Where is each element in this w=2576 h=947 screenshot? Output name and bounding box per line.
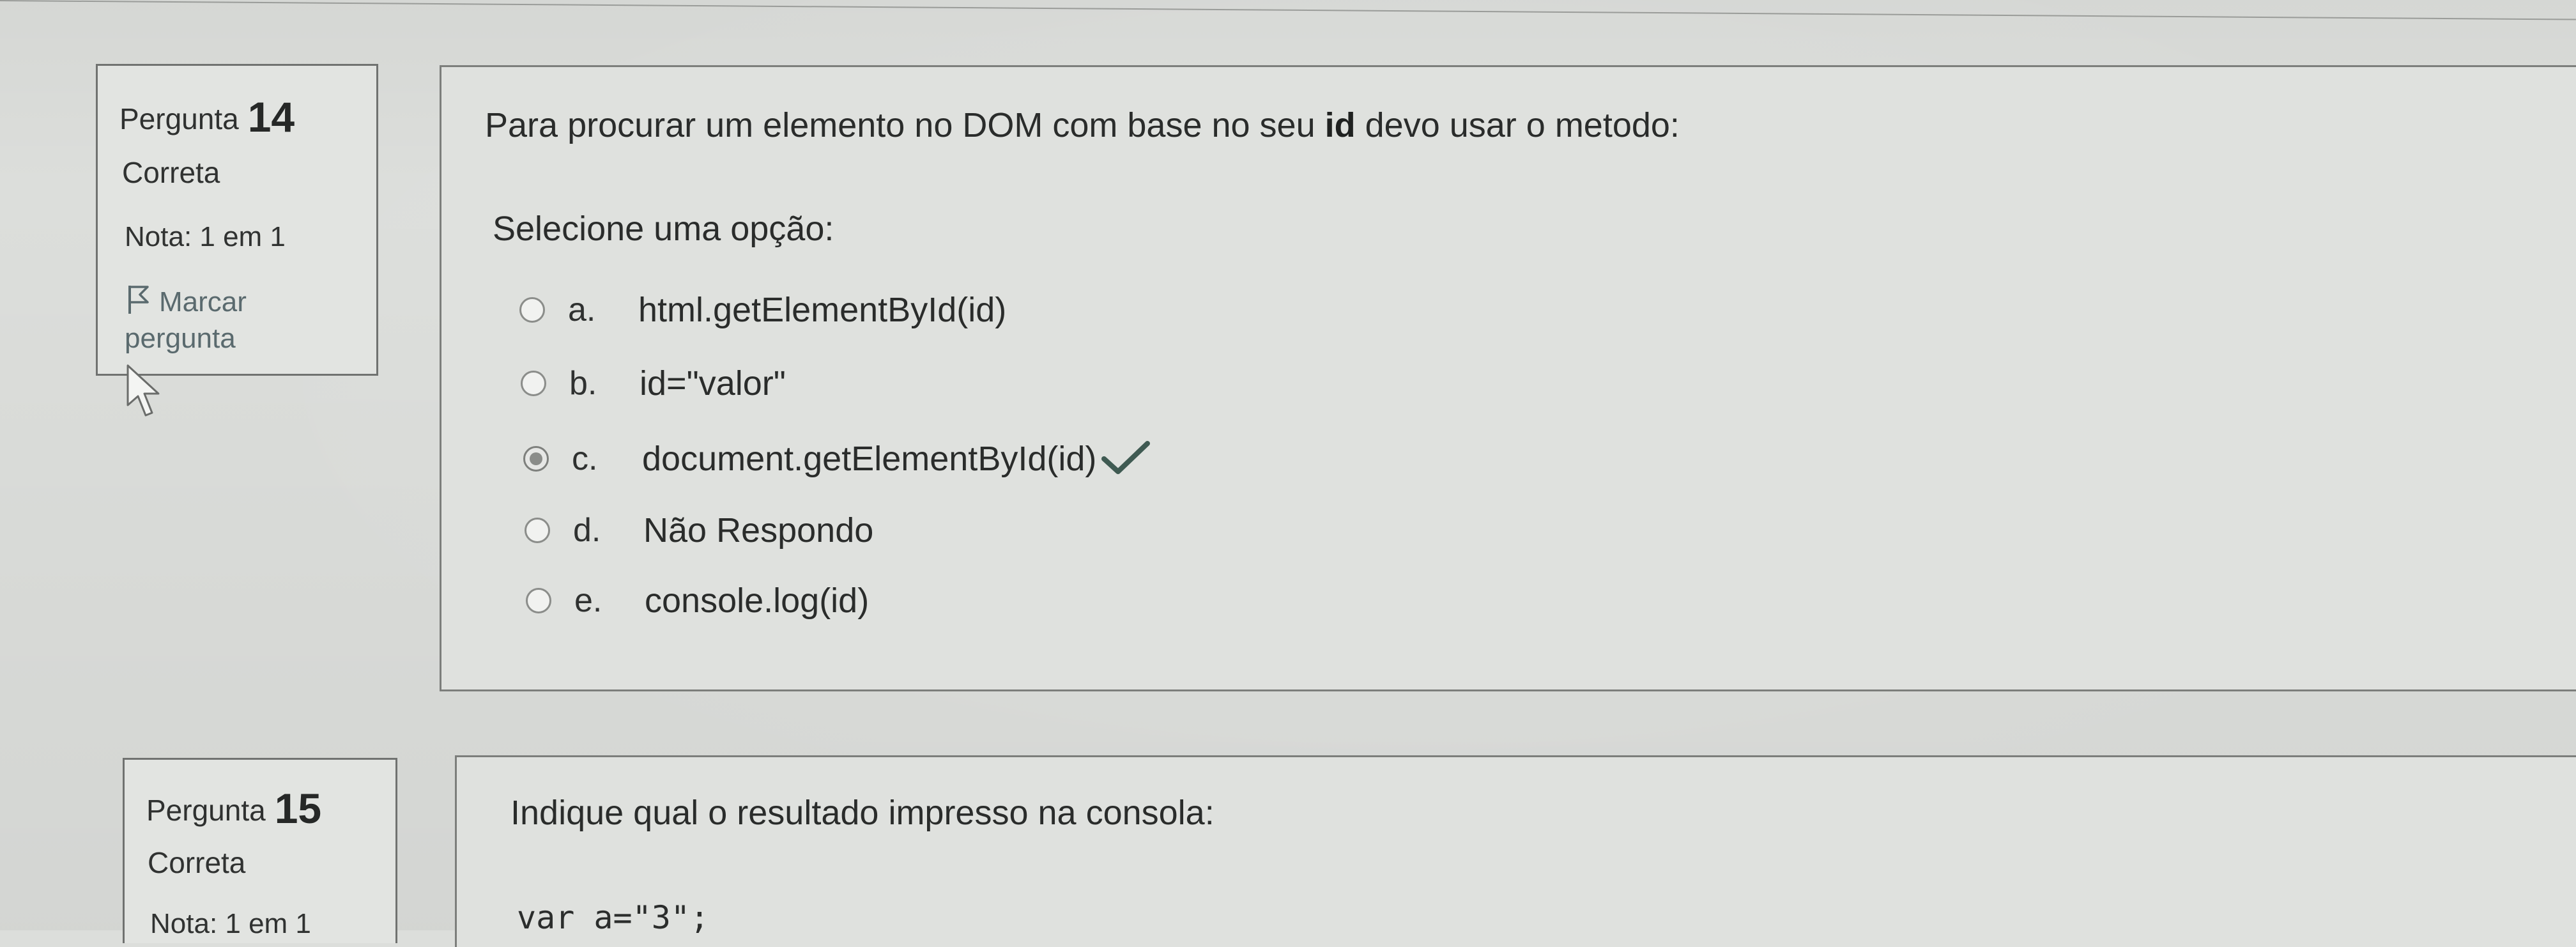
- option-text: document.getElementById(id): [642, 440, 1097, 478]
- option-letter: b.: [569, 365, 597, 402]
- option-text: id="valor": [640, 364, 786, 403]
- question-14-content: Para procurar um elemento no DOM com bas…: [440, 65, 2576, 691]
- mouse-pointer-icon: [125, 363, 170, 420]
- option-c[interactable]: c. document.getElementById(id): [523, 436, 1151, 481]
- code-snippet-line: var a="3";: [517, 899, 710, 936]
- option-letter: c.: [572, 440, 598, 477]
- radio-button-e[interactable]: [526, 588, 551, 613]
- question-text: Indique qual o resultado impresso na con…: [510, 794, 1215, 832]
- question-14-info: Pergunta 14 Correta Nota: 1 em 1 Marcar p…: [96, 64, 378, 376]
- question-number: 14: [247, 93, 295, 141]
- option-letter: d.: [573, 512, 601, 549]
- option-e[interactable]: e. console.log(id): [526, 578, 869, 623]
- option-a[interactable]: a. html.getElementById(id): [519, 288, 1006, 332]
- flag-question-link[interactable]: Marcar pergunta: [125, 283, 367, 355]
- flag-label-line2: pergunta: [125, 322, 236, 354]
- option-text: html.getElementById(id): [638, 291, 1007, 329]
- question-state: Correta: [148, 846, 246, 879]
- question-15-content: Indique qual o resultado impresso na con…: [455, 755, 2576, 947]
- radio-button-c-selected[interactable]: [523, 446, 549, 472]
- flag-icon: [125, 283, 153, 323]
- question-state: Correta: [122, 156, 220, 189]
- option-d[interactable]: d. Não Respondo: [525, 508, 873, 553]
- question-15-info: Pergunta 15 Correta Nota: 1 em 1: [123, 758, 397, 943]
- radio-button-d[interactable]: [525, 518, 550, 543]
- question-grade: Nota: 1 em 1: [150, 908, 311, 939]
- option-letter: e.: [574, 582, 602, 619]
- question-label: Pergunta 15: [146, 785, 322, 832]
- top-divider: [0, 0, 2576, 20]
- question-number: 15: [274, 785, 322, 832]
- option-letter: a.: [568, 291, 596, 328]
- question-text: Para procurar um elemento no DOM com bas…: [485, 106, 1680, 144]
- option-text: Não Respondo: [643, 511, 874, 550]
- option-text: console.log(id): [645, 581, 870, 620]
- radio-button-a[interactable]: [519, 297, 545, 323]
- question-label: Pergunta 14: [119, 93, 295, 141]
- check-icon: [1100, 440, 1151, 479]
- select-option-prompt: Selecione uma opção:: [493, 210, 834, 248]
- flag-label-line1: Marcar: [159, 286, 247, 318]
- option-b[interactable]: b. id="valor": [521, 361, 786, 406]
- radio-button-b[interactable]: [521, 371, 546, 396]
- question-grade: Nota: 1 em 1: [125, 221, 286, 252]
